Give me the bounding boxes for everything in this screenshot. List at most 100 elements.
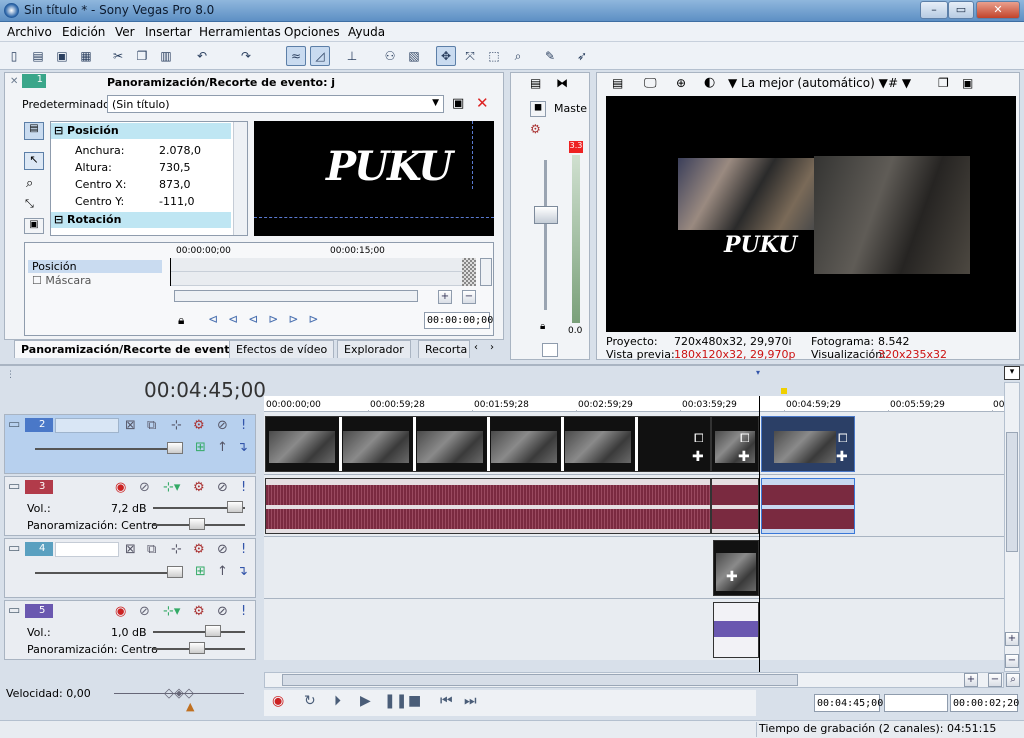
play-from-start-button[interactable]: ⏵︎ (334, 693, 341, 709)
move-icon[interactable]: ⤡ (25, 197, 34, 211)
pan-slider[interactable] (189, 642, 205, 654)
shuttle-slider[interactable]: ◇◈◇ (164, 686, 194, 701)
track-list-menu-icon[interactable]: ▾ (1004, 366, 1020, 380)
keyframe-nav-buttons[interactable]: ⊲⊲⊲⊳⊳⊳ (208, 312, 328, 326)
marker[interactable] (781, 388, 787, 394)
playhead-cursor[interactable] (759, 396, 760, 672)
audio-event[interactable] (265, 478, 711, 534)
track-header-5[interactable]: ▭ 5 ◉ ⊘ ⊹▾ ⚙ ⊘ ! Vol.: 1,0 dB Panoramiza… (4, 600, 256, 660)
property-scrollbar[interactable] (233, 122, 247, 235)
zoom-icon[interactable]: ⌕ (26, 176, 33, 191)
maximize-button[interactable]: ▭ (948, 1, 974, 19)
width-value[interactable]: 2.078,0 (159, 144, 201, 157)
tab-scroll-right-icon[interactable]: › (490, 342, 494, 353)
aspect-icon[interactable]: ▣ (24, 218, 44, 234)
insert-icon[interactable]: ⊹▾ (163, 605, 180, 618)
pan-crop-preview[interactable]: PUKU (254, 121, 494, 236)
mute-track-icon[interactable]: ⊘ (217, 419, 228, 432)
redo-icon[interactable]: ↷ (236, 46, 256, 66)
mute-icon[interactable]: ⊠ (125, 543, 136, 556)
solo-icon[interactable]: ! (241, 543, 246, 556)
kf-row-mask[interactable]: ☐ Máscara (28, 274, 162, 287)
tab-trimmer[interactable]: Recorta (418, 340, 470, 358)
split-screen-icon[interactable]: ◐ (704, 75, 715, 90)
delete-preset-icon[interactable]: ✕ (476, 94, 489, 112)
whats-this-icon[interactable]: ➶ (572, 46, 592, 66)
selection-start-time[interactable]: 00:04:45;00 (814, 694, 883, 712)
properties-icon[interactable]: ▦ (76, 46, 96, 66)
drag-handle[interactable]: ⋮ (6, 370, 15, 380)
menu-ayuda[interactable]: Ayuda (348, 25, 385, 39)
parent-composite-icon[interactable]: ⊞ (195, 565, 206, 578)
zoom-tool-icon[interactable]: ⌕ (508, 46, 528, 66)
mask-checkbox[interactable]: ☐ (32, 274, 45, 287)
quality-select[interactable]: ▼ La mejor (automático) ▼ (728, 76, 888, 90)
track-header-3[interactable]: ▭ 3 ◉ ⊘ ⊹▾ ⚙ ⊘ ! Vol.: 7,2 dB Panoramiza… (4, 476, 256, 536)
master-scroll[interactable] (542, 343, 558, 357)
loop-marker-icon[interactable]: ▾ (756, 368, 760, 377)
stop-button[interactable]: ■ (408, 693, 421, 709)
parent-composite-icon[interactable]: ⊞ (195, 441, 206, 454)
keyframe-lanes[interactable] (170, 258, 476, 286)
pan-crop-icon[interactable]: ⧠ (694, 431, 704, 446)
preview-fx-icon[interactable]: ⊕ (676, 76, 686, 90)
menu-herramientas[interactable]: Herramientas (199, 25, 281, 39)
help-icon[interactable]: ✎ (540, 46, 560, 66)
composite-icon[interactable]: ⧉ (147, 543, 156, 556)
properties-icon[interactable]: ▤ (612, 76, 623, 90)
lock-icon[interactable]: 🔒︎ (540, 321, 545, 332)
h-zoom-out-button[interactable]: − (988, 673, 1002, 687)
minimize-track-icon[interactable]: ▭ (8, 604, 20, 617)
tab-explorer[interactable]: Explorador (337, 340, 411, 358)
minimize-button[interactable]: – (920, 1, 948, 19)
volume-slider[interactable] (227, 501, 243, 513)
tab-video-fx[interactable]: Efectos de vídeo (229, 340, 335, 358)
solo-icon[interactable]: ! (241, 481, 246, 494)
preset-select[interactable]: (Sin título) ▼ (107, 95, 444, 113)
mute-track-icon[interactable]: ⊘ (217, 543, 228, 556)
video-event[interactable]: ✚ (713, 540, 759, 596)
opacity-slider[interactable] (167, 442, 183, 454)
copy-snapshot-icon[interactable]: ❐ (938, 76, 949, 90)
audio-event[interactable] (711, 478, 759, 534)
arm-record-icon[interactable]: ◉ (115, 481, 126, 494)
minimize-track-icon[interactable]: ▭ (8, 542, 20, 555)
volume-slider[interactable] (205, 625, 221, 637)
menu-ver[interactable]: Ver (115, 25, 135, 39)
timeline-current-time[interactable]: 00:04:45;00 (144, 378, 266, 402)
make-compositing-child-icon[interactable]: ↑ (217, 565, 228, 578)
selection-tool-icon[interactable]: ⬚ (484, 46, 504, 66)
pause-button[interactable]: ❚❚ (384, 693, 407, 709)
external-monitor-icon[interactable]: 🖵︎ (644, 76, 657, 91)
invert-phase-icon[interactable]: ⊘ (139, 605, 150, 618)
event-fx-icon[interactable]: ✚ (738, 449, 750, 465)
make-compositing-parent-icon[interactable]: ↴ (237, 565, 248, 578)
audio-event-selected[interactable] (761, 478, 855, 534)
opacity-slider[interactable] (167, 566, 183, 578)
docking-splitter[interactable] (0, 364, 1024, 366)
zoom-in-button[interactable]: + (1005, 632, 1019, 646)
undo-icon[interactable]: ↶ (192, 46, 212, 66)
invert-phase-icon[interactable]: ⊘ (139, 481, 150, 494)
video-preview-screen[interactable]: PUKU (606, 96, 1016, 332)
mute-icon[interactable]: ⊠ (125, 419, 136, 432)
pan-crop-icon[interactable]: ⧠ (838, 431, 848, 446)
track-fx-icon[interactable]: ⚙ (193, 605, 205, 618)
track-header-2[interactable]: ▭ 2 ⊠ ⧉ ⊹ ⚙ ⊘ ! ⊞ ↑ ↴ (4, 414, 256, 474)
center-x-value[interactable]: 873,0 (159, 178, 191, 191)
audio-event[interactable] (713, 602, 759, 658)
show-properties-icon[interactable]: ▤ (24, 122, 44, 140)
menu-archivo[interactable]: Archivo (7, 25, 52, 39)
pan-crop-icon[interactable]: ⧠ (740, 431, 750, 446)
record-button[interactable]: ◉ (272, 693, 284, 709)
copy-icon[interactable]: ❐ (132, 46, 152, 66)
track-fx-icon[interactable]: ⚙ (193, 419, 205, 432)
selection-end-time[interactable] (884, 694, 948, 712)
height-value[interactable]: 730,5 (159, 161, 191, 174)
zoom-tool-icon[interactable]: ⌕ (1006, 673, 1020, 687)
tab-pan-crop[interactable]: Panoramización/Recorte de event (14, 340, 237, 358)
event-fx-icon[interactable]: ✚ (726, 569, 738, 585)
properties-icon[interactable]: ▤ (530, 76, 541, 90)
kf-vscroll[interactable] (480, 258, 492, 286)
position-section-header[interactable]: ⊟ Posición (51, 123, 231, 139)
